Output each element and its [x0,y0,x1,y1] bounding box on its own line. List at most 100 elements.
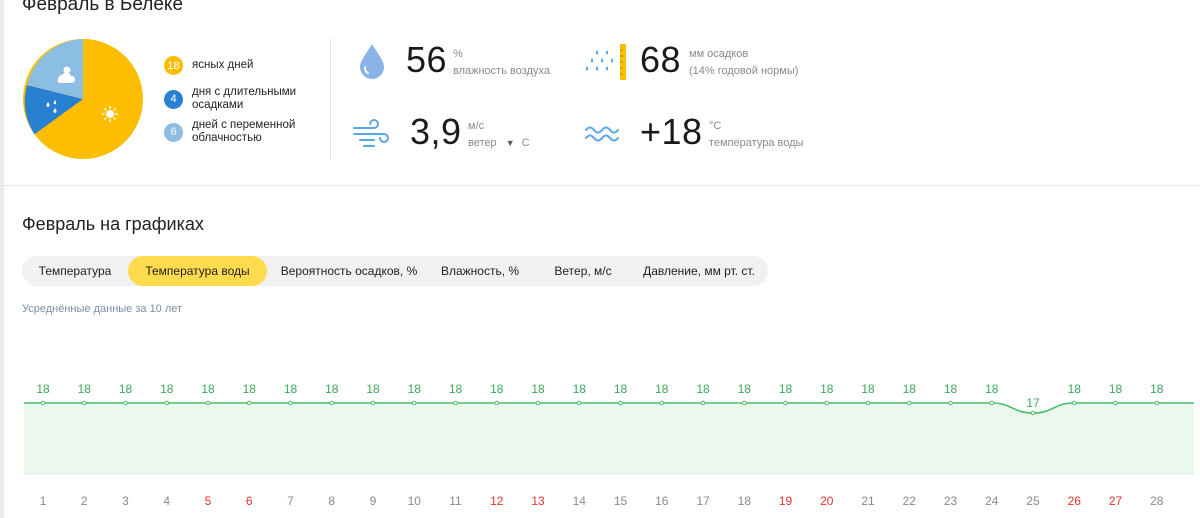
water-temp-label: температура воды [709,137,804,149]
chart-point [989,400,995,406]
chart-point [1154,400,1160,406]
weather-card: Февраль в Белеке 18 ясных дней 4 дня с д… [4,0,1200,518]
x-tick-label: 1 [40,494,47,508]
chart-point [288,400,293,406]
legend-label: ясных дней [192,59,254,71]
wind-label-row: ветер ▼ С [468,137,530,150]
chart-point [700,400,706,406]
chart-point [1030,410,1036,416]
x-tick-label: 28 [1150,494,1164,508]
wind-direction: С [521,137,530,149]
chart-point [205,400,211,406]
x-tick-label: 25 [1026,494,1040,508]
chart-area [24,403,1194,475]
chart-data-label: 18 [78,382,92,396]
x-tick-label: 8 [328,494,335,508]
wind-value: 3,9 [410,111,462,152]
water-temp-value: +18 [640,111,703,152]
legend-item-clear: 18 ясных дней [164,56,324,75]
x-tick-label: 20 [820,494,834,508]
x-tick-label: 13 [531,494,545,508]
sun-icon [101,105,119,123]
chart-point [411,400,417,406]
x-tick-label: 15 [614,494,628,508]
chart-data-label: 18 [985,382,999,396]
chart-point [81,400,87,406]
humidity-unit: % [453,48,463,60]
x-tick-label: 6 [246,494,253,508]
chart-tabs: Температура Температура воды Вероятность… [22,256,768,286]
chart-data-label: 18 [1150,382,1164,396]
x-tick-label: 17 [696,494,710,508]
x-tick-label: 27 [1109,494,1123,508]
legend-badge: 18 [164,56,183,75]
chart-point [865,400,871,406]
days-pie-chart [22,38,144,160]
chart-data-label: 18 [408,382,422,396]
month-title: Февраль в Белеке [22,0,184,15]
chart-data-label: 18 [779,382,793,396]
x-tick-label: 12 [490,494,504,508]
chart-point [906,400,912,406]
x-tick-label: 21 [861,494,875,508]
chart-data-label: 18 [655,382,669,396]
chart-data-label: 18 [243,382,257,396]
chart-data-label: 18 [531,382,545,396]
humidity-value: 56 [406,39,448,80]
x-tick-label: 16 [655,494,669,508]
precipitation-label: (14% годовой нормы) [689,65,799,77]
chart-point [329,400,335,406]
chart-data-label: 18 [201,382,215,396]
chart-data-label: 18 [325,382,339,396]
x-tick-label: 24 [985,494,999,508]
tab-precipitation-probability[interactable]: Вероятность осадков, % [274,256,424,286]
legend-label: дня с длительными осадками [192,86,297,111]
chart-point [659,400,665,406]
precipitation-unit: мм осадков [689,48,749,60]
chart-data-label: 18 [449,382,463,396]
x-tick-label: 18 [738,494,752,508]
chart-point [1113,400,1118,406]
averaged-data-note: Усреднённые данные за 10 лет [22,303,183,315]
chart-point [1071,400,1077,406]
x-tick-label: 3 [122,494,129,508]
chart-point [618,400,623,406]
chart-point [123,400,128,406]
chart-point [494,400,500,406]
chart-point [576,400,582,406]
x-tick-label: 19 [779,494,793,508]
chart-point [535,400,541,406]
chart-point [741,400,747,406]
x-tick-label: 26 [1068,494,1082,508]
tab-temperature[interactable]: Температура [22,256,128,286]
tab-wind[interactable]: Ветер, м/с [540,256,626,286]
chart-data-label: 18 [36,382,50,396]
chart-point [948,400,953,406]
chart-data-label: 18 [119,382,133,396]
x-tick-label: 9 [370,494,377,508]
chart-data-label: 18 [903,382,917,396]
tab-humidity[interactable]: Влажность, % [432,256,528,286]
charts-section-title: Февраль на графиках [22,214,204,234]
x-tick-label: 22 [903,494,917,508]
legend-item-precip: 4 дня с длительными осадками [164,86,324,112]
chart-point [164,400,170,406]
x-tick-label: 7 [287,494,294,508]
precipitation-value: 68 [640,39,682,80]
chart-data-label: 17 [1026,396,1040,410]
x-tick-label: 4 [163,494,170,508]
legend-item-cloudy: 6 дней с переменной облачностью [164,119,324,145]
chart-point [370,400,376,406]
tab-water-temperature[interactable]: Температура воды [128,256,267,286]
chart-data-label: 18 [944,382,958,396]
wind-label: ветер [468,137,497,149]
x-tick-label: 11 [449,494,462,508]
chart-point [783,400,788,406]
chart-data-label: 18 [1109,382,1123,396]
tab-pressure[interactable]: Давление, мм рт. ст. [634,256,764,286]
chart-data-label: 18 [573,382,587,396]
legend-badge: 4 [164,89,183,109]
wind-direction-arrow-icon: ▼ [505,138,515,148]
chart-data-label: 18 [861,382,875,396]
vertical-divider [330,38,331,160]
